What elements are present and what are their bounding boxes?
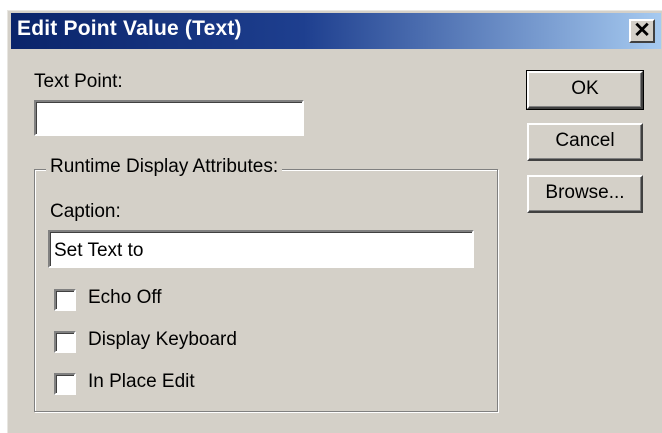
- dialog-title: Edit Point Value (Text): [17, 17, 242, 40]
- caption-label: Caption:: [50, 201, 121, 222]
- echo-off-label[interactable]: Echo Off: [88, 287, 162, 309]
- title-bar[interactable]: Edit Point Value (Text) ✕: [11, 13, 661, 49]
- text-point-input[interactable]: [34, 100, 304, 136]
- in-place-edit-label[interactable]: In Place Edit: [88, 371, 195, 393]
- cancel-button[interactable]: Cancel: [527, 123, 643, 161]
- echo-off-checkbox[interactable]: [54, 289, 76, 311]
- text-point-label: Text Point:: [34, 71, 123, 92]
- close-button[interactable]: ✕: [629, 19, 655, 43]
- ok-button[interactable]: OK: [526, 70, 644, 110]
- group-label: Runtime Display Attributes:: [46, 156, 283, 178]
- close-icon: ✕: [633, 19, 651, 42]
- caption-input[interactable]: [48, 230, 474, 268]
- in-place-edit-checkbox[interactable]: [54, 373, 76, 395]
- display-keyboard-checkbox[interactable]: [54, 331, 76, 353]
- browse-button[interactable]: Browse...: [527, 175, 643, 213]
- display-keyboard-label[interactable]: Display Keyboard: [88, 329, 237, 351]
- dialog-window: Edit Point Value (Text) ✕ Text Point: Ru…: [7, 10, 662, 433]
